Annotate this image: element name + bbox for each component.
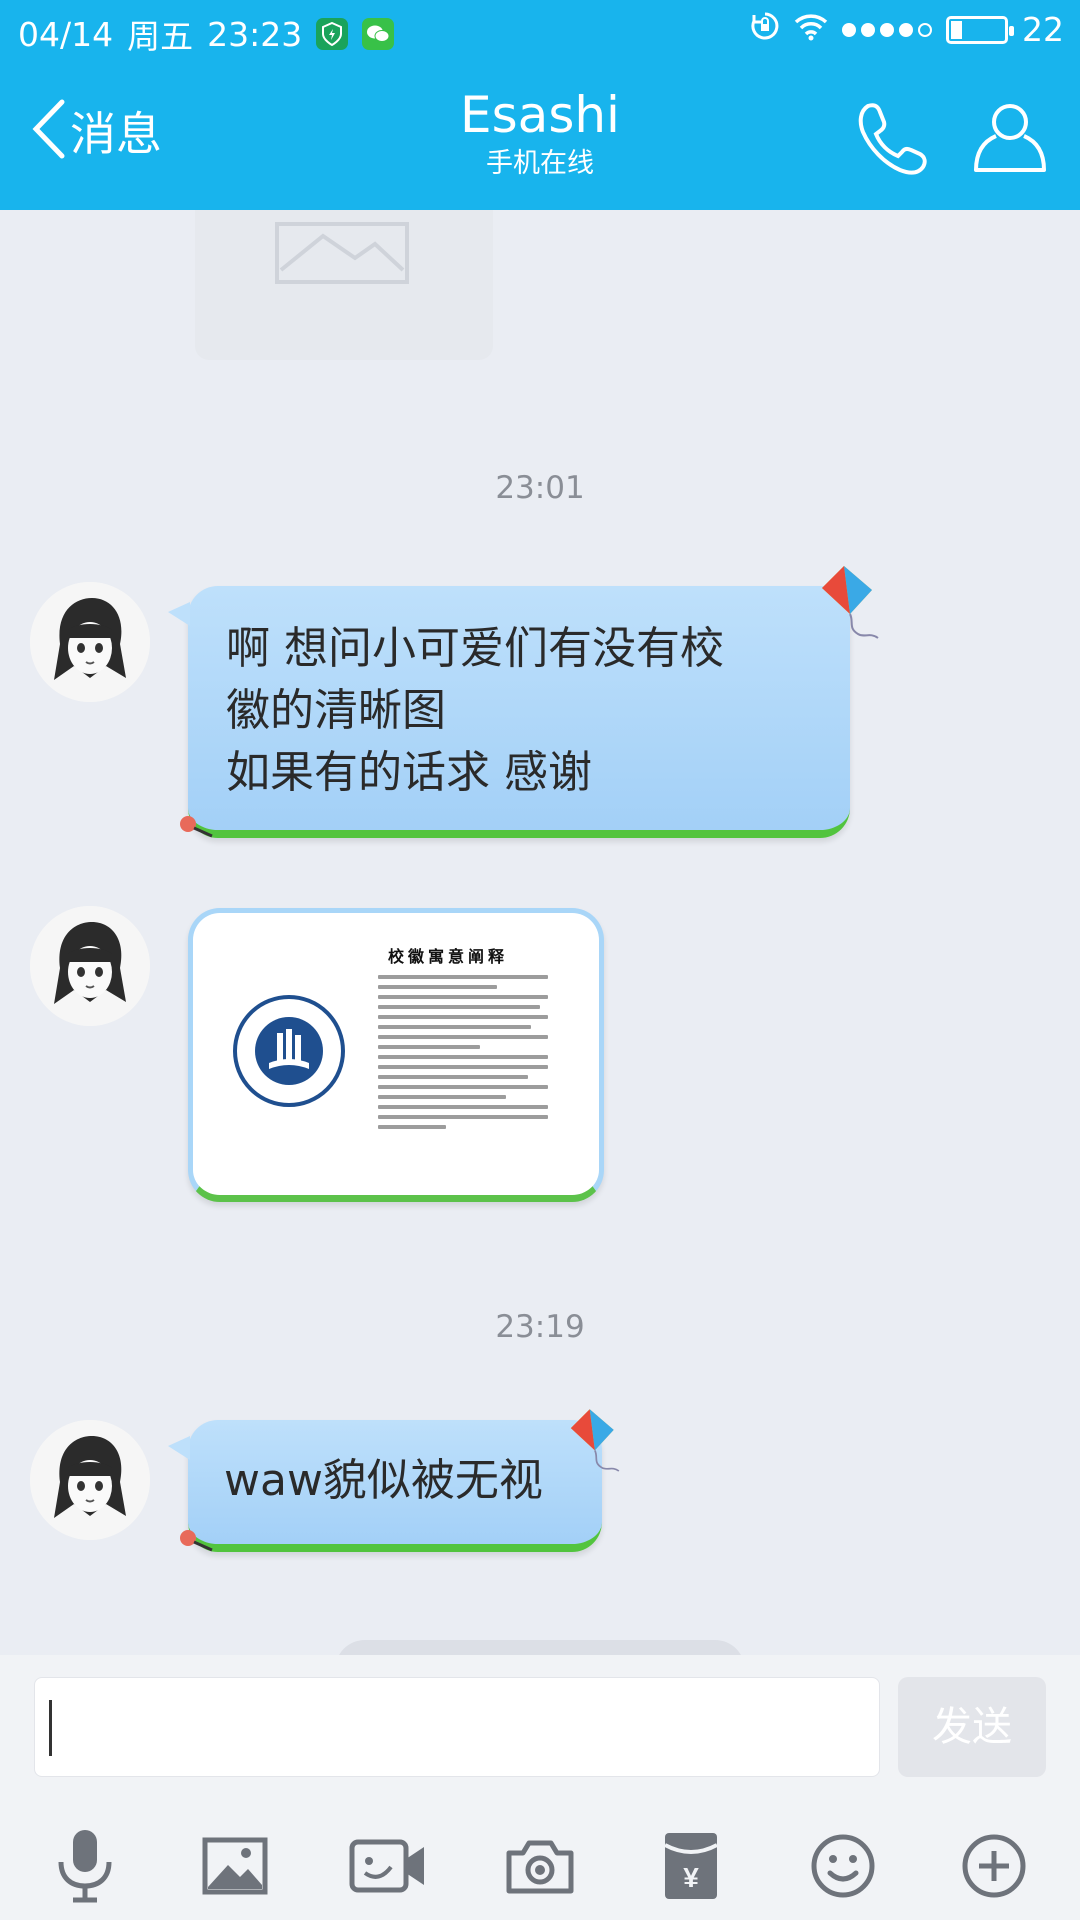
status-time: 23:23: [207, 14, 303, 54]
battery-percent: 22: [1022, 10, 1064, 49]
video-call-icon[interactable]: [340, 1823, 436, 1909]
kite-decoration-icon: [822, 566, 879, 639]
message-line: 啊 想问小可爱们有没有校: [226, 623, 724, 674]
composer: 发送 ¥: [0, 1655, 1080, 1920]
battery-fill: [951, 20, 962, 39]
send-button[interactable]: 发送: [898, 1677, 1046, 1777]
avatar[interactable]: [30, 582, 150, 702]
camera-icon[interactable]: [492, 1823, 588, 1909]
signal-icon: [842, 22, 932, 37]
timestamp: 23:19: [495, 1309, 585, 1345]
signal-dot: [918, 22, 932, 37]
image-message[interactable]: 校徽寓意阐释: [188, 908, 604, 1202]
wifi-icon: [794, 10, 828, 49]
status-left: 04/14 周五 23:23: [18, 10, 395, 58]
avatar[interactable]: [30, 906, 150, 1026]
plus-icon[interactable]: [946, 1823, 1042, 1909]
image-icon[interactable]: [187, 1823, 283, 1909]
rotation-lock-icon: [750, 10, 780, 49]
status-bar: 04/14 周五 23:23 22: [0, 0, 1080, 62]
chat-header: 消息 Esashi 手机在线: [0, 62, 1080, 210]
avatar[interactable]: [30, 1420, 150, 1540]
text-caret: [49, 1700, 52, 1756]
signal-dot: [899, 22, 913, 37]
tassel-decoration-icon: [180, 816, 213, 838]
document-title: 校徽寓意阐释: [388, 947, 509, 966]
previous-image-placeholder: [195, 210, 493, 360]
kite-decoration-icon: [570, 1409, 620, 1472]
status-weekday: 周五: [127, 17, 194, 56]
document-text-lines: [378, 975, 548, 1135]
message-bubble[interactable]: 啊 想问小可爱们有没有校 徽的清晰图 如果有的话求 感谢: [168, 566, 879, 838]
message-line: 如果有的话求 感谢: [226, 747, 592, 798]
shield-app-icon: [316, 18, 349, 50]
message-line: waw貌似被无视: [224, 1455, 543, 1506]
tassel-decoration-icon: [180, 1530, 213, 1552]
signal-dot: [842, 22, 856, 37]
status-date: 04/14: [18, 14, 114, 54]
emoji-icon[interactable]: [795, 1823, 891, 1909]
message-input[interactable]: [34, 1677, 880, 1777]
signal-dot: [861, 22, 875, 37]
profile-icon[interactable]: [972, 96, 1048, 180]
signal-dot: [880, 22, 894, 37]
status-right: 22: [750, 10, 1064, 49]
school-seal-image: [233, 995, 345, 1107]
microphone-icon[interactable]: [37, 1823, 133, 1909]
message-bubble[interactable]: waw貌似被无视: [168, 1409, 620, 1552]
svg-text:¥: ¥: [683, 1862, 699, 1893]
phone-icon[interactable]: [852, 96, 932, 180]
wechat-icon: [362, 18, 395, 50]
timestamp: 23:01: [495, 470, 585, 506]
battery-icon: [946, 15, 1014, 44]
message-line: 徽的清晰图: [226, 685, 446, 736]
red-packet-icon[interactable]: ¥: [643, 1823, 739, 1909]
